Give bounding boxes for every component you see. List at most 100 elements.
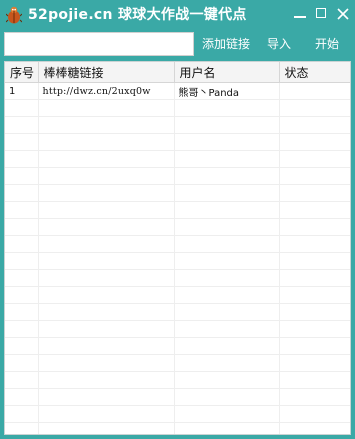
empty-cell — [38, 167, 175, 185]
empty-cell — [279, 167, 350, 185]
empty-cell — [279, 371, 350, 389]
empty-cell — [279, 184, 350, 202]
empty-cell — [38, 235, 175, 253]
maximize-icon — [316, 8, 326, 18]
maximize-button[interactable] — [312, 4, 332, 24]
empty-cell — [174, 218, 280, 236]
empty-cell — [38, 150, 175, 168]
empty-cell — [5, 354, 39, 372]
empty-cell — [38, 303, 175, 321]
empty-cell — [174, 150, 280, 168]
empty-table-row — [5, 405, 350, 423]
empty-cell — [279, 150, 350, 168]
empty-cell — [279, 422, 350, 434]
empty-cell — [5, 252, 39, 270]
empty-cell — [38, 252, 175, 270]
empty-cell — [5, 150, 39, 168]
empty-cell — [174, 184, 280, 202]
empty-table-row — [5, 371, 350, 389]
empty-cell — [38, 116, 175, 134]
add-link-button[interactable]: 添加链接 — [200, 34, 252, 54]
empty-cell — [5, 371, 39, 389]
import-button[interactable]: 导入 — [266, 34, 292, 54]
empty-cell — [279, 99, 350, 117]
start-button[interactable]: 开始 — [314, 34, 340, 54]
empty-cell — [174, 269, 280, 287]
empty-cell — [174, 354, 280, 372]
empty-table-row — [5, 99, 350, 117]
empty-cell — [279, 354, 350, 372]
empty-table-row — [5, 354, 350, 372]
empty-table-row — [5, 116, 350, 134]
empty-cell — [174, 371, 280, 389]
empty-table-row — [5, 167, 350, 185]
empty-cell — [38, 337, 175, 355]
empty-cell — [174, 337, 280, 355]
cell-status — [279, 82, 350, 100]
empty-cell — [5, 235, 39, 253]
link-table[interactable]: 序号 棒棒糖链接 用户名 状态 1 http://dwz.cn/2uxq0w 熊… — [4, 61, 351, 435]
empty-cell — [279, 303, 350, 321]
empty-cell — [38, 133, 175, 151]
empty-cell — [38, 422, 175, 434]
cell-username: 熊哥丶Panda — [174, 82, 280, 100]
empty-table-row — [5, 388, 350, 406]
empty-cell — [5, 320, 39, 338]
empty-cell — [38, 269, 175, 287]
empty-cell — [174, 201, 280, 219]
empty-cell — [279, 235, 350, 253]
empty-cell — [5, 388, 39, 406]
empty-cell — [5, 133, 39, 151]
empty-cell — [279, 133, 350, 151]
empty-cell — [174, 303, 280, 321]
column-header-username[interactable]: 用户名 — [174, 62, 280, 83]
table-body: 1 http://dwz.cn/2uxq0w 熊哥丶Panda — [5, 82, 350, 434]
empty-cell — [279, 252, 350, 270]
title-bar[interactable]: 52pojie.cn 球球大作战一键代点 — [0, 0, 355, 30]
empty-table-row — [5, 218, 350, 236]
empty-table-row — [5, 422, 350, 434]
close-button[interactable] — [333, 4, 353, 24]
empty-cell — [5, 167, 39, 185]
empty-cell — [38, 286, 175, 304]
close-icon — [337, 8, 349, 20]
empty-cell — [174, 167, 280, 185]
empty-cell — [5, 269, 39, 287]
link-input[interactable] — [4, 32, 194, 56]
empty-cell — [174, 320, 280, 338]
empty-cell — [5, 337, 39, 355]
empty-cell — [174, 422, 280, 434]
column-header-status[interactable]: 状态 — [279, 62, 350, 83]
empty-cell — [174, 252, 280, 270]
empty-cell — [279, 269, 350, 287]
empty-cell — [38, 218, 175, 236]
empty-cell — [5, 116, 39, 134]
empty-table-row — [5, 133, 350, 151]
toolbar: 添加链接 导入 开始 — [0, 30, 355, 59]
minimize-button[interactable] — [290, 4, 310, 24]
empty-cell — [174, 286, 280, 304]
empty-cell — [5, 184, 39, 202]
empty-cell — [5, 286, 39, 304]
cell-link: http://dwz.cn/2uxq0w — [38, 82, 175, 100]
empty-cell — [279, 320, 350, 338]
table-row[interactable]: 1 http://dwz.cn/2uxq0w 熊哥丶Panda — [5, 82, 350, 100]
empty-cell — [5, 201, 39, 219]
column-header-link[interactable]: 棒棒糖链接 — [38, 62, 175, 83]
empty-cell — [279, 405, 350, 423]
minimize-icon — [294, 16, 306, 18]
empty-cell — [38, 371, 175, 389]
empty-cell — [38, 354, 175, 372]
empty-cell — [5, 405, 39, 423]
empty-table-row — [5, 286, 350, 304]
empty-cell — [5, 218, 39, 236]
empty-cell — [174, 388, 280, 406]
column-header-index[interactable]: 序号 — [5, 62, 39, 83]
window-title: 52pojie.cn 球球大作战一键代点 — [28, 7, 247, 23]
empty-cell — [279, 286, 350, 304]
empty-table-row — [5, 252, 350, 270]
empty-cell — [38, 388, 175, 406]
empty-table-row — [5, 337, 350, 355]
empty-cell — [174, 405, 280, 423]
empty-cell — [279, 337, 350, 355]
